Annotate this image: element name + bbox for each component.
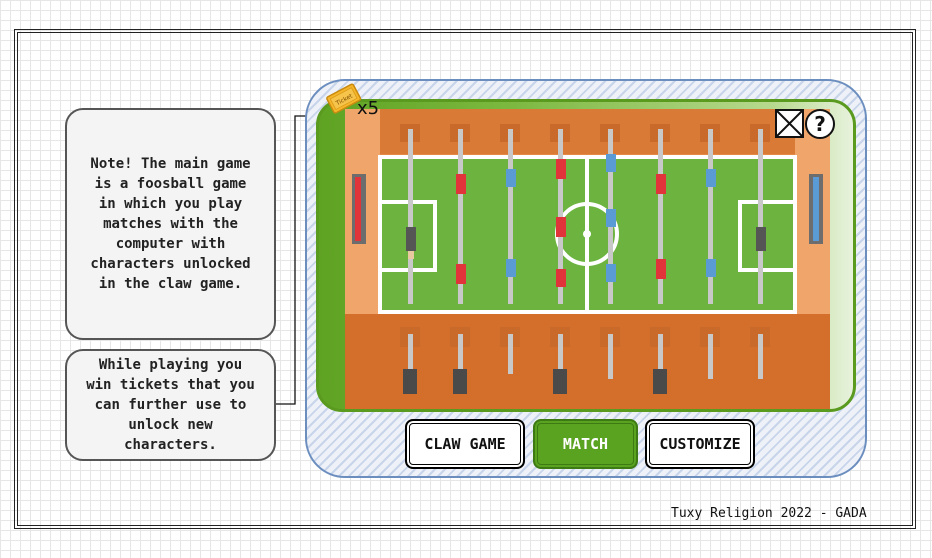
game-screen (316, 99, 856, 412)
footer-credit: Tuxy Religion 2022 - GADA (671, 506, 867, 521)
screen-icons: ? (775, 109, 835, 139)
customize-button[interactable]: CUSTOMIZE (645, 419, 755, 469)
match-button[interactable]: MATCH (533, 419, 638, 469)
close-box-icon[interactable] (775, 109, 804, 138)
help-icon[interactable]: ? (805, 109, 835, 139)
foosball-table (345, 109, 830, 409)
ticket-count: x5 (357, 98, 380, 119)
claw-game-button[interactable]: CLAW GAME (405, 419, 525, 469)
svg-text:?: ? (814, 112, 826, 136)
